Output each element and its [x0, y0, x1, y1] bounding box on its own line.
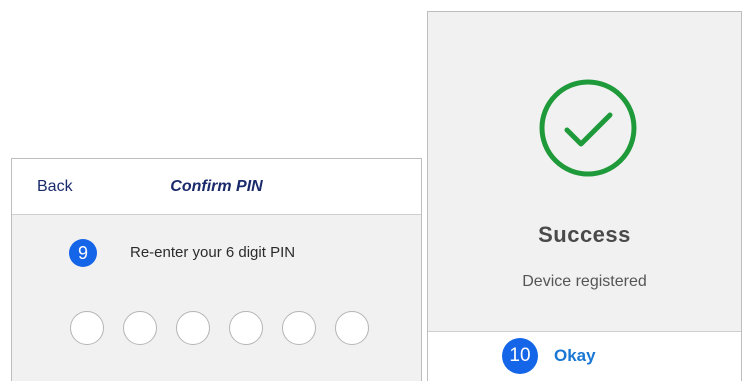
success-message: Device registered: [522, 273, 647, 290]
success-title: Success: [538, 222, 631, 247]
confirm-pin-screen: Back Confirm PIN 9 Re-enter your 6 digit…: [11, 158, 422, 381]
pin-digit-6[interactable]: [335, 311, 369, 345]
page-title: Confirm PIN: [170, 178, 263, 195]
step-badge-9: 9: [69, 239, 97, 267]
pin-digit-1[interactable]: [70, 311, 104, 345]
success-screen: Success Device registered 10 Okay: [427, 11, 742, 381]
screen: Back Confirm PIN 9 Re-enter your 6 digit…: [0, 0, 754, 381]
pin-instruction: Re-enter your 6 digit PIN: [130, 244, 296, 261]
step-badge-10: 10: [502, 338, 538, 374]
success-footer-bar: 10 Okay: [428, 331, 741, 381]
pin-header-bar: Back Confirm PIN: [12, 159, 421, 215]
okay-button[interactable]: Okay: [554, 346, 596, 366]
check-circle-icon: [539, 79, 637, 177]
pin-digit-4[interactable]: [229, 311, 263, 345]
pin-entry-field[interactable]: [70, 311, 369, 345]
pin-digit-3[interactable]: [176, 311, 210, 345]
pin-digit-5[interactable]: [282, 311, 316, 345]
pin-digit-2[interactable]: [123, 311, 157, 345]
